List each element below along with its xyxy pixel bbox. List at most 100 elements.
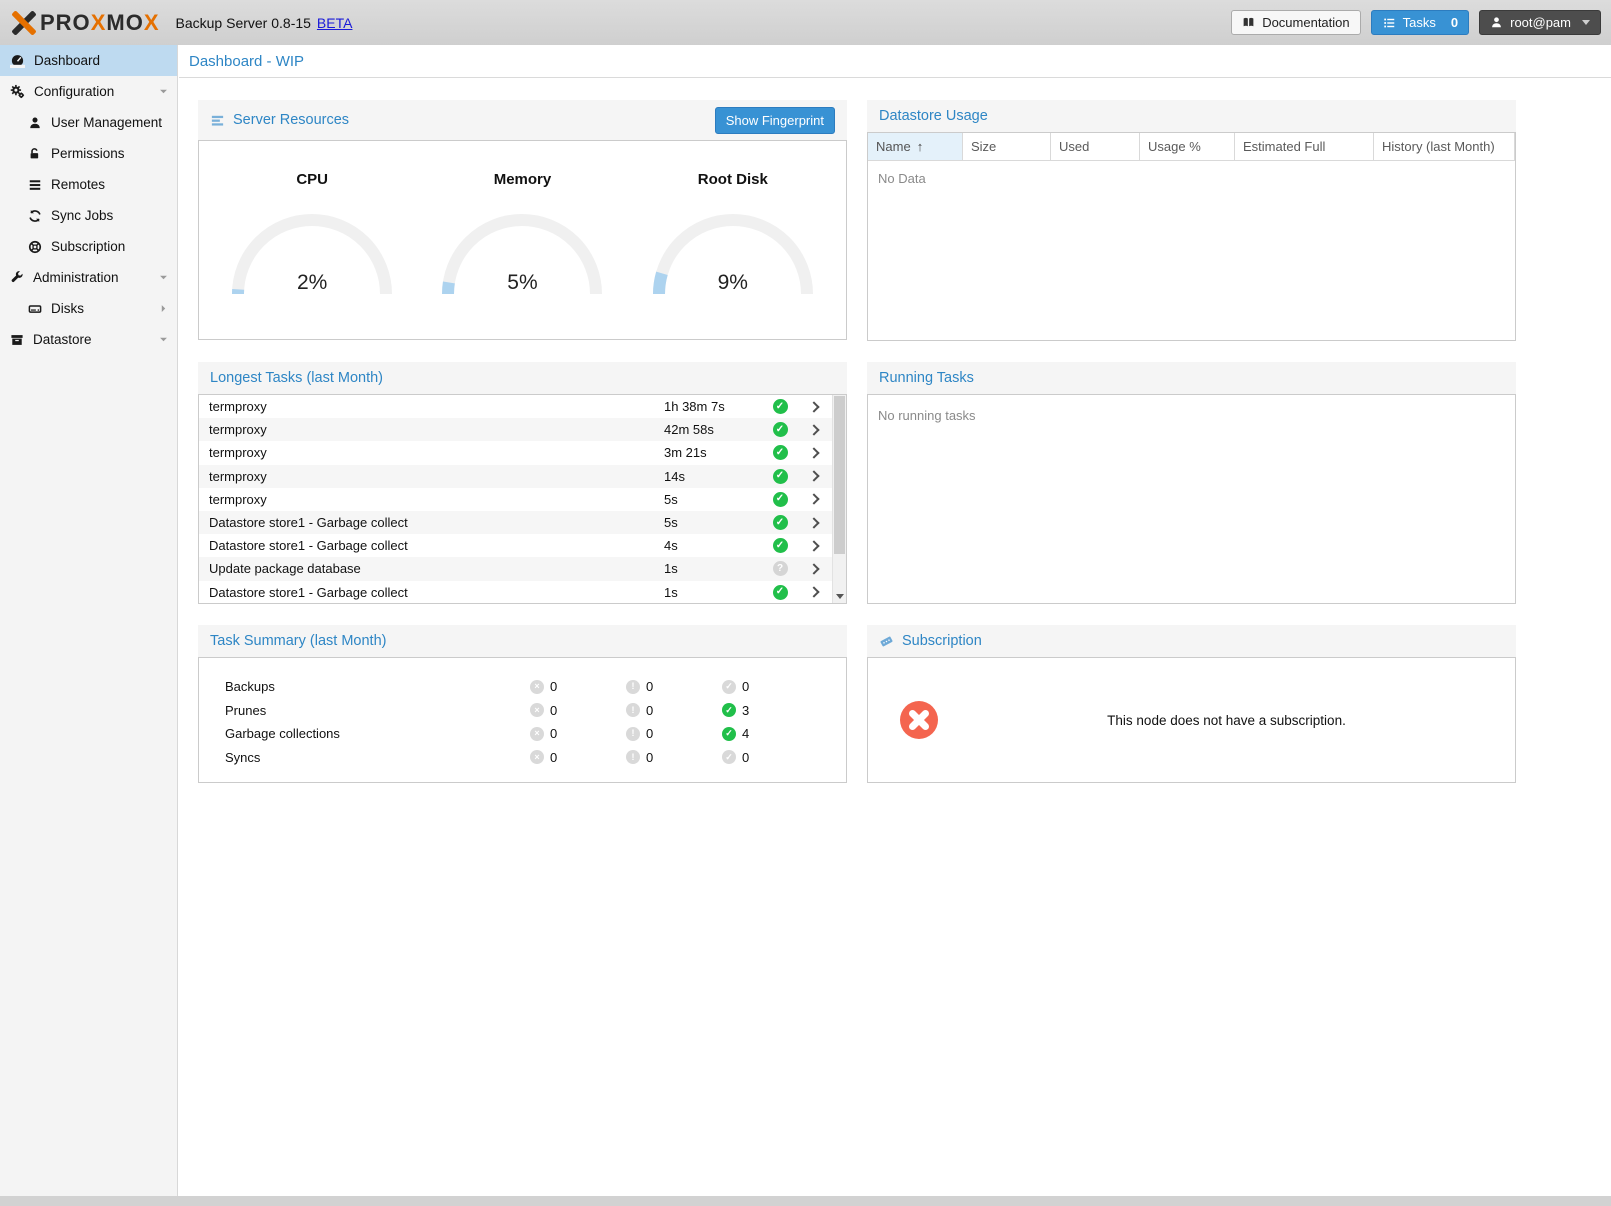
caret-right-icon <box>158 303 169 314</box>
ok-count-icon: ✓ <box>722 750 736 764</box>
sidebar-item-administration[interactable]: Administration <box>0 262 177 293</box>
sidebar-item-permissions[interactable]: Permissions <box>0 138 177 169</box>
proxmox-x-icon <box>10 10 36 36</box>
summary-stat-warning: !0 <box>626 750 722 765</box>
chevron-right-icon[interactable] <box>808 540 819 551</box>
bars-icon <box>28 178 42 192</box>
user-menu-button[interactable]: root@pam <box>1479 10 1601 35</box>
sidebar-item-label: Datastore <box>33 332 92 347</box>
sidebar-item-user-management[interactable]: User Management <box>0 107 177 138</box>
task-duration: 1s <box>664 561 764 576</box>
chevron-right-icon[interactable] <box>808 517 819 528</box>
summary-label: Syncs <box>199 750 530 765</box>
column-header-size[interactable]: Size <box>963 133 1051 160</box>
task-status-ok-icon: ✓ <box>773 585 788 600</box>
column-header-name[interactable]: Name↑ <box>868 133 963 160</box>
column-header-estimated-full[interactable]: Estimated Full <box>1235 133 1374 160</box>
title-bar: Dashboard - WIP <box>179 45 1611 78</box>
user-label: root@pam <box>1510 15 1571 30</box>
summary-count: 0 <box>742 750 749 765</box>
task-status-ok-icon: ✓ <box>773 538 788 553</box>
task-name: Datastore store1 - Garbage collect <box>209 538 664 553</box>
task-duration: 5s <box>664 515 764 530</box>
sidebar-item-remotes[interactable]: Remotes <box>0 169 177 200</box>
brand-segment: X <box>144 10 160 35</box>
column-header-label: Used <box>1059 139 1089 154</box>
longest-tasks-title: Longest Tasks (last Month) <box>210 370 383 386</box>
task-row[interactable]: Datastore store1 - Garbage collect5s✓ <box>199 511 846 534</box>
task-status-ok-icon: ✓ <box>773 515 788 530</box>
task-row[interactable]: Update package database1s? <box>199 557 846 580</box>
task-row[interactable]: Datastore store1 - Garbage collect4s ✓ <box>199 534 846 557</box>
chevron-right-icon[interactable] <box>808 563 819 574</box>
column-header-usage-[interactable]: Usage % <box>1140 133 1235 160</box>
task-status-unknown-icon: ? <box>773 561 788 576</box>
datastore-usage-table-header: Name↑Size Used Usage %Estimated FullHistor… <box>868 133 1515 161</box>
running-tasks-panel: Running Tasks No running tasks <box>867 362 1516 604</box>
chevron-right-icon[interactable] <box>808 470 819 481</box>
scrollbar-down-button[interactable] <box>833 589 846 603</box>
summary-stat-ok: ✓0 <box>722 679 818 694</box>
column-header-history-last-month-[interactable]: History (last Month) <box>1374 133 1515 160</box>
documentation-button[interactable]: Documentation <box>1231 10 1360 35</box>
ok-count-icon: ✓ <box>722 703 736 717</box>
summary-stat-warning: !0 <box>626 726 722 741</box>
tasks-count-badge: 0 <box>1451 15 1458 30</box>
caret-down-icon <box>158 86 169 97</box>
task-row[interactable]: termproxy3m 21s✓ <box>199 441 846 464</box>
user-icon <box>28 116 42 130</box>
ok-count-icon: ✓ <box>722 727 736 741</box>
brand-segment: X <box>91 10 107 35</box>
brand-segment: PRO <box>40 10 91 35</box>
task-row[interactable]: termproxy42m 58s✓ <box>199 418 846 441</box>
sidebar-item-dashboard[interactable]: Dashboard <box>0 45 177 76</box>
chevron-right-icon[interactable] <box>808 494 819 505</box>
summary-stat-error: ×0 <box>530 750 626 765</box>
gauge-label: Root Disk <box>633 171 833 188</box>
sidebar-item-datastore[interactable]: Datastore <box>0 324 177 355</box>
sidebar-item-disks[interactable]: Disks <box>0 293 177 324</box>
ok-count-icon: ✓ <box>722 680 736 694</box>
proxmox-logo: PROXMOX <box>10 10 160 36</box>
show-fingerprint-button[interactable]: Show Fingerprint <box>715 107 835 134</box>
column-header-used[interactable]: Used <box>1051 133 1140 160</box>
sidebar-item-label: Administration <box>33 270 119 285</box>
scrollbar-thumb[interactable] <box>834 396 845 554</box>
task-duration: 14s <box>664 469 764 484</box>
beta-link[interactable]: BETA <box>317 15 353 31</box>
support-icon <box>28 240 42 254</box>
summary-row-syncs: Syncs×0!0✓ 0 <box>199 746 846 770</box>
sidebar-item-subscription[interactable]: Subscription <box>0 231 177 262</box>
summary-stat-warning: !0 <box>626 679 722 694</box>
tasks-label: Tasks <box>1403 15 1436 30</box>
sidebar-item-sync-jobs[interactable]: Sync Jobs <box>0 200 177 231</box>
documentation-label: Documentation <box>1262 15 1349 30</box>
summary-count: 0 <box>742 679 749 694</box>
datastore-usage-panel: Datastore Usage Name↑Size Used Usage %Esti… <box>867 100 1516 341</box>
chevron-right-icon[interactable] <box>808 401 819 412</box>
task-row[interactable]: termproxy1h 38m 7s✓ <box>199 395 846 418</box>
book-icon <box>1242 16 1255 29</box>
gauge-root-disk: Root Disk9% <box>633 141 833 339</box>
summary-count: 0 <box>550 679 557 694</box>
caret-down-icon <box>158 272 169 283</box>
task-row[interactable]: termproxy5s✓ <box>199 488 846 511</box>
scrollbar[interactable] <box>832 395 846 603</box>
error-count-icon: × <box>530 750 544 764</box>
task-duration: 4s <box>664 538 764 553</box>
task-row[interactable]: termproxy14s✓ <box>199 465 846 488</box>
summary-label: Backups <box>199 679 530 694</box>
task-status-ok-icon: ✓ <box>773 422 788 437</box>
subscription-message: This node does not have a subscription. <box>938 713 1515 728</box>
task-summary-title: Task Summary (last Month) <box>210 633 386 649</box>
sidebar-item-configuration[interactable]: Configuration <box>0 76 177 107</box>
datastore-usage-title: Datastore Usage <box>879 108 988 124</box>
chevron-right-icon[interactable] <box>808 447 819 458</box>
sidebar-item-label: User Management <box>51 115 162 130</box>
chevron-right-icon[interactable] <box>808 586 819 597</box>
chevron-right-icon[interactable] <box>808 424 819 435</box>
subscription-panel: Subscription This node does not have a s… <box>867 625 1516 783</box>
task-row[interactable]: Datastore store1 - Garbage collect1s✓ <box>199 581 846 604</box>
tasks-button[interactable]: Tasks 0 <box>1371 10 1469 35</box>
main-area: Dashboard - WIP Server Resources Show Fi… <box>179 45 1611 1196</box>
